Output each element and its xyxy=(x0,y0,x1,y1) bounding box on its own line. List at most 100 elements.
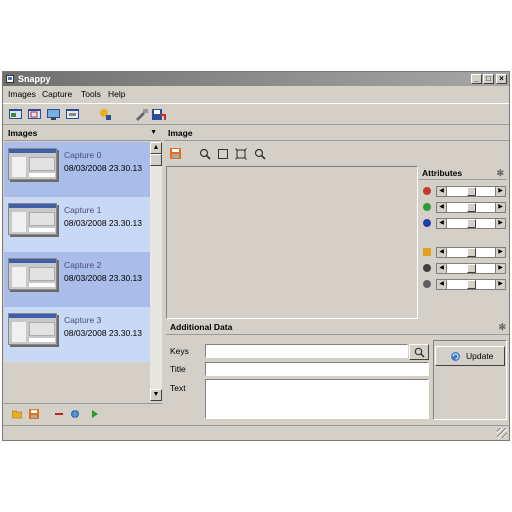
green-slider-row: ◀ ▶ xyxy=(421,201,507,214)
slider-right-arrow[interactable]: ▶ xyxy=(495,280,505,289)
additional-data-title: Additional Data xyxy=(170,322,233,332)
dropdown-arrow-icon[interactable]: ▼ xyxy=(150,126,157,140)
resize-grip[interactable] xyxy=(497,428,507,438)
keys-label: Keys xyxy=(170,346,189,356)
web-icon[interactable] xyxy=(70,409,80,419)
slider-thumb[interactable] xyxy=(467,248,476,257)
scroll-down-button[interactable]: ▼ xyxy=(150,389,162,401)
capture-screen-icon[interactable] xyxy=(46,108,61,121)
slider-right-arrow[interactable]: ▶ xyxy=(495,248,505,257)
keys-input[interactable] xyxy=(205,344,408,358)
slider-thumb[interactable] xyxy=(467,264,476,273)
list-item[interactable]: Capture 0 08/03/2008 23.30.13 xyxy=(4,142,150,197)
status-bar xyxy=(3,425,509,440)
slider-left-arrow[interactable]: ◀ xyxy=(437,187,447,196)
menu-images[interactable]: Images xyxy=(8,89,36,100)
minimize-button[interactable]: _ xyxy=(471,74,482,84)
image-canvas[interactable] xyxy=(166,166,418,319)
capture-name: Capture 3 xyxy=(64,315,102,325)
slider-thumb[interactable] xyxy=(467,219,476,228)
text-area[interactable] xyxy=(205,379,429,419)
capture-region-icon[interactable] xyxy=(27,108,42,121)
export-icon[interactable] xyxy=(151,108,166,121)
image-toolbar xyxy=(164,143,509,165)
red-slider[interactable]: ◀ ▶ xyxy=(436,186,506,197)
menu-capture[interactable]: Capture xyxy=(42,89,72,100)
snappy-window: Snappy _ □ × Images Capture Tools Help I… xyxy=(2,71,510,441)
capture-name: Capture 0 xyxy=(64,150,102,160)
capture-date: 08/03/2008 23.30.13 xyxy=(64,328,142,338)
capture-date: 08/03/2008 23.30.13 xyxy=(64,273,142,283)
scroll-up-button[interactable]: ▲ xyxy=(150,142,162,154)
capture-object-icon[interactable] xyxy=(65,108,80,121)
title-input[interactable] xyxy=(205,362,429,376)
brightness-slider-row: ◀ ▶ xyxy=(421,246,507,259)
tools-icon[interactable] xyxy=(134,108,149,121)
slider-right-arrow[interactable]: ▶ xyxy=(495,203,505,212)
play-icon[interactable] xyxy=(90,409,100,419)
slider-left-arrow[interactable]: ◀ xyxy=(437,203,447,212)
wizard-icon[interactable] xyxy=(98,108,113,121)
save-icon[interactable] xyxy=(29,409,39,419)
title-label: Title xyxy=(170,364,186,374)
update-button[interactable]: Update xyxy=(435,346,505,366)
slider-right-arrow[interactable]: ▶ xyxy=(495,187,505,196)
scroll-thumb[interactable] xyxy=(150,154,162,166)
brightness-slider[interactable]: ◀ ▶ xyxy=(436,247,506,258)
capture-date: 08/03/2008 23.30.13 xyxy=(64,163,142,173)
close-button[interactable]: × xyxy=(496,74,507,84)
attributes-title: Attributes xyxy=(422,168,463,178)
slider-left-arrow[interactable]: ◀ xyxy=(437,219,447,228)
refresh-icon xyxy=(451,352,460,361)
green-slider[interactable]: ◀ ▶ xyxy=(436,202,506,213)
gamma-slider-row: ◀ ▶ xyxy=(421,278,507,291)
title-bar[interactable]: Snappy _ □ × xyxy=(3,72,509,86)
slider-thumb[interactable] xyxy=(467,280,476,289)
settings-gear-icon[interactable]: ✻ xyxy=(498,321,506,334)
menu-bar: Images Capture Tools Help xyxy=(3,87,509,102)
menu-help[interactable]: Help xyxy=(108,89,125,100)
red-slider-row: ◀ ▶ xyxy=(421,185,507,198)
images-bottom-toolbar xyxy=(4,403,162,423)
menu-tools[interactable]: Tools xyxy=(81,89,101,100)
images-list: Capture 0 08/03/2008 23.30.13 Capture 1 … xyxy=(4,142,150,374)
image-panel-header: Image xyxy=(164,126,509,141)
remove-icon[interactable] xyxy=(54,409,64,419)
settings-gear-icon[interactable]: ✻ xyxy=(496,166,504,180)
slider-right-arrow[interactable]: ▶ xyxy=(495,264,505,273)
fit-icon[interactable] xyxy=(217,148,229,160)
slider-thumb[interactable] xyxy=(467,187,476,196)
slider-right-arrow[interactable]: ▶ xyxy=(495,219,505,228)
text-label: Text xyxy=(170,383,186,393)
brightness-icon xyxy=(423,248,431,256)
blue-slider[interactable]: ◀ ▶ xyxy=(436,218,506,229)
contrast-slider[interactable]: ◀ ▶ xyxy=(436,263,506,274)
images-scrollbar[interactable]: ▲ ▼ xyxy=(150,142,162,401)
update-label: Update xyxy=(466,351,494,361)
capture-thumbnail xyxy=(8,258,57,290)
attributes-header: Attributes ✻ xyxy=(419,166,507,180)
slider-left-arrow[interactable]: ◀ xyxy=(437,264,447,273)
zoom-out-icon[interactable] xyxy=(254,148,266,160)
list-item[interactable]: Capture 2 08/03/2008 23.30.13 xyxy=(4,252,150,307)
list-item[interactable]: Capture 3 08/03/2008 23.30.13 xyxy=(4,307,150,362)
actual-size-icon[interactable] xyxy=(235,148,247,160)
open-folder-icon[interactable] xyxy=(12,409,22,419)
search-icon xyxy=(414,347,425,358)
attributes-panel: Attributes ✻ ◀ ▶ ◀ ▶ ◀ ▶ ◀ ▶ ◀ ▶ ◀ ▶ xyxy=(419,166,509,319)
zoom-in-icon[interactable] xyxy=(199,148,211,160)
capture-name: Capture 2 xyxy=(64,260,102,270)
main-toolbar xyxy=(3,103,509,125)
window-title: Snappy xyxy=(18,74,51,84)
slider-thumb[interactable] xyxy=(467,203,476,212)
slider-left-arrow[interactable]: ◀ xyxy=(437,280,447,289)
save-image-icon[interactable] xyxy=(170,148,181,159)
maximize-button[interactable]: □ xyxy=(483,74,494,84)
capture-window-icon[interactable] xyxy=(8,108,23,121)
slider-left-arrow[interactable]: ◀ xyxy=(437,248,447,257)
gamma-slider[interactable]: ◀ ▶ xyxy=(436,279,506,290)
list-item[interactable]: Capture 1 08/03/2008 23.30.13 xyxy=(4,197,150,252)
gamma-icon xyxy=(423,280,431,288)
capture-thumbnail xyxy=(8,313,57,345)
search-button[interactable] xyxy=(409,344,429,360)
